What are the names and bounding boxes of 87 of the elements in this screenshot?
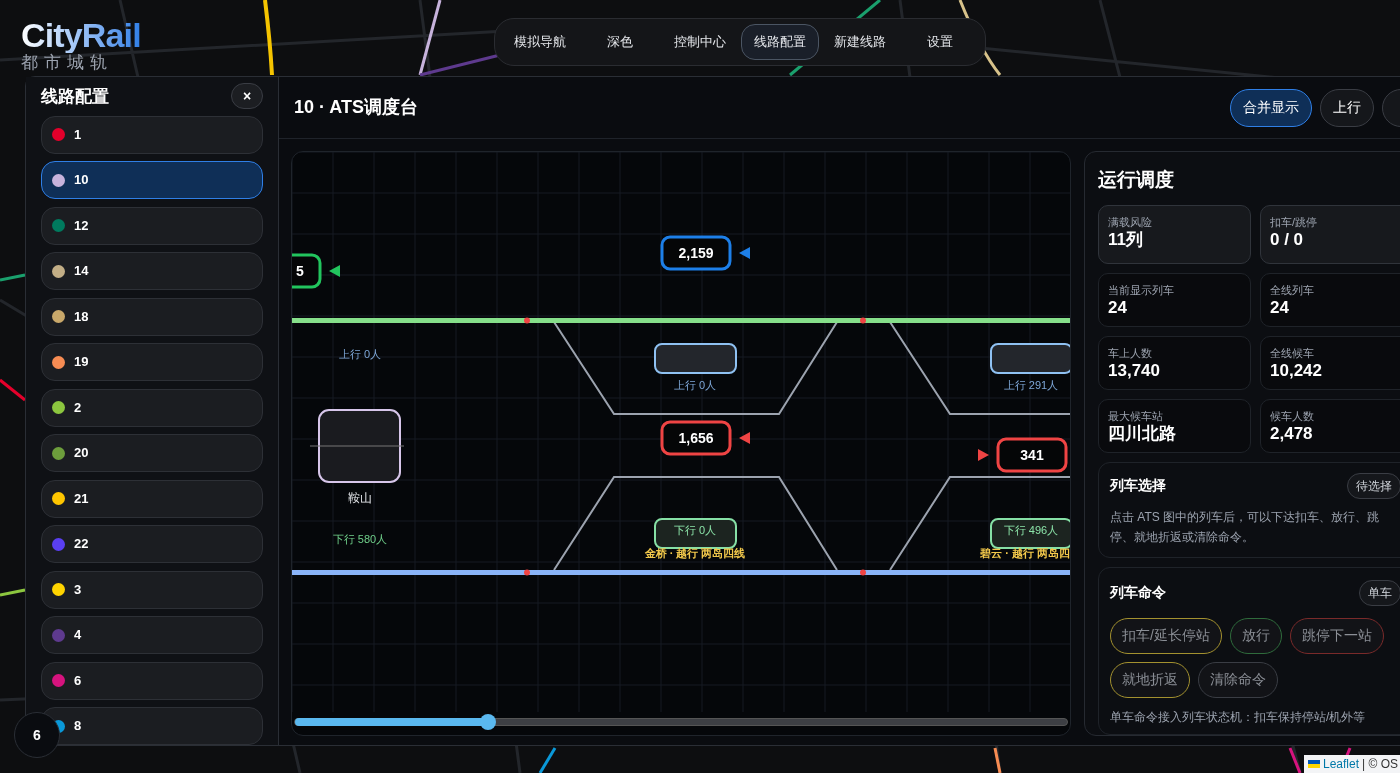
- signal-dot: [860, 317, 866, 324]
- line-item[interactable]: 20: [41, 434, 263, 472]
- attribution-text: | © OS: [1362, 756, 1398, 773]
- nav-tab[interactable]: 模拟导航: [501, 24, 579, 60]
- stat-value: 13,740: [1108, 359, 1161, 382]
- line-number: 18: [74, 307, 89, 326]
- nav-tab[interactable]: 新建线路: [821, 24, 899, 60]
- line-item[interactable]: 10: [41, 161, 263, 199]
- line-item[interactable]: 14: [41, 252, 263, 290]
- signal-dot: [524, 317, 530, 324]
- selection-hint: 点击 ATS 图中的列车后，可以下达扣车、放行、跳停、就地折返或清除命令。: [1110, 508, 1381, 546]
- line-number: 10: [74, 171, 89, 190]
- nav-tab[interactable]: 线路配置: [741, 24, 819, 60]
- flag-icon: [1308, 760, 1320, 768]
- stat-label: 当前显示列车: [1108, 282, 1175, 297]
- stat-value: 四川北路: [1108, 422, 1177, 445]
- section-title: 列车选择: [1110, 476, 1166, 495]
- stat-label: 最大候车站: [1108, 408, 1164, 423]
- mode-badge: 单车: [1359, 579, 1400, 606]
- line-number: 21: [74, 489, 89, 508]
- line-number: 20: [74, 444, 89, 463]
- section-title: 列车命令: [1110, 583, 1166, 602]
- line-number: 8: [74, 717, 82, 736]
- line-item[interactable]: 21: [41, 479, 263, 518]
- up-waiting-label: 上行 0人: [338, 348, 382, 360]
- line-item[interactable]: 6: [41, 661, 263, 700]
- up-waiting-label: 上行 291人: [1003, 379, 1059, 391]
- station-note: 金桥 · 越行 两岛四线: [644, 547, 746, 559]
- train-marker[interactable]: [292, 253, 322, 289]
- stat-value: 0 / 0: [1270, 228, 1305, 251]
- stat-label: 全线列车: [1270, 282, 1315, 297]
- stat-value: 11列: [1108, 228, 1144, 251]
- stat-label: 候车人数: [1270, 408, 1315, 423]
- line-item[interactable]: 18: [41, 297, 263, 336]
- line-item[interactable]: 3: [41, 570, 263, 609]
- signal-dot: [860, 569, 866, 576]
- train-marker[interactable]: [660, 235, 732, 271]
- dispatch-title: 运行调度: [1098, 168, 1175, 192]
- up-waiting-label: 上行 0人: [673, 379, 717, 391]
- line-item[interactable]: 2: [41, 388, 263, 427]
- stat-value: 24: [1108, 296, 1128, 319]
- line-number: 4: [74, 626, 82, 645]
- signal-dot: [524, 569, 530, 576]
- line-number: 19: [74, 353, 89, 372]
- line-number: 12: [74, 216, 89, 235]
- stat-value: 2,478: [1270, 422, 1314, 445]
- stat-label: 扣车/跳停: [1270, 214, 1319, 229]
- stat-label: 满载风险: [1108, 214, 1153, 229]
- train-load: 2,159: [678, 245, 714, 261]
- nav-tab[interactable]: 设置: [901, 24, 979, 60]
- slider-thumb[interactable]: [480, 714, 496, 730]
- line-item[interactable]: 1: [41, 115, 263, 154]
- down-waiting-label: 下行 580人: [332, 533, 388, 545]
- stat-label: 车上人数: [1108, 345, 1153, 360]
- line-item[interactable]: 12: [41, 206, 263, 245]
- down-waiting-label: 下行 0人: [673, 524, 717, 536]
- stat-label: 全线候车: [1270, 345, 1315, 360]
- line-number: 1: [74, 125, 82, 144]
- status-badge: 待选择: [1347, 472, 1400, 499]
- sidebar-title: 线路配置: [41, 85, 109, 108]
- line-item[interactable]: 22: [41, 525, 263, 563]
- attribution-link[interactable]: Leaflet: [1323, 755, 1360, 773]
- stat-value: 24: [1270, 296, 1290, 319]
- panel-title: 10 · ATS调度台: [294, 96, 418, 119]
- view-button[interactable]: 合并显示: [1230, 88, 1312, 127]
- close-button[interactable]: ×: [231, 83, 263, 110]
- line-item[interactable]: 4: [41, 616, 263, 654]
- view-button[interactable]: 上行: [1320, 88, 1374, 127]
- train-marker[interactable]: [660, 420, 732, 456]
- train-marker[interactable]: [996, 437, 1068, 473]
- line-number: 6: [74, 671, 82, 690]
- down-waiting-label: 下行 496人: [1003, 524, 1059, 536]
- station-note: 碧云 · 越行 两岛四: [980, 547, 1070, 559]
- commands-note: 单车命令接入列车状态机：扣车保持停站/机外等: [1110, 708, 1367, 726]
- train-load: 1,656: [678, 430, 714, 446]
- stat-value: 10,242: [1270, 359, 1323, 382]
- line-item[interactable]: 19: [41, 343, 263, 381]
- nav-tab[interactable]: 深色: [581, 24, 659, 60]
- line-number: 3: [74, 580, 82, 599]
- logo-subtitle: 都市城轨: [21, 53, 113, 73]
- nav-tab[interactable]: 控制中心: [661, 24, 739, 60]
- train-load: 341: [1020, 447, 1044, 463]
- station-name: 鞍山: [348, 491, 372, 505]
- train-load: 5: [296, 263, 304, 279]
- line-number: 2: [74, 398, 82, 417]
- line-number: 14: [74, 262, 89, 281]
- line-number: 22: [74, 535, 89, 554]
